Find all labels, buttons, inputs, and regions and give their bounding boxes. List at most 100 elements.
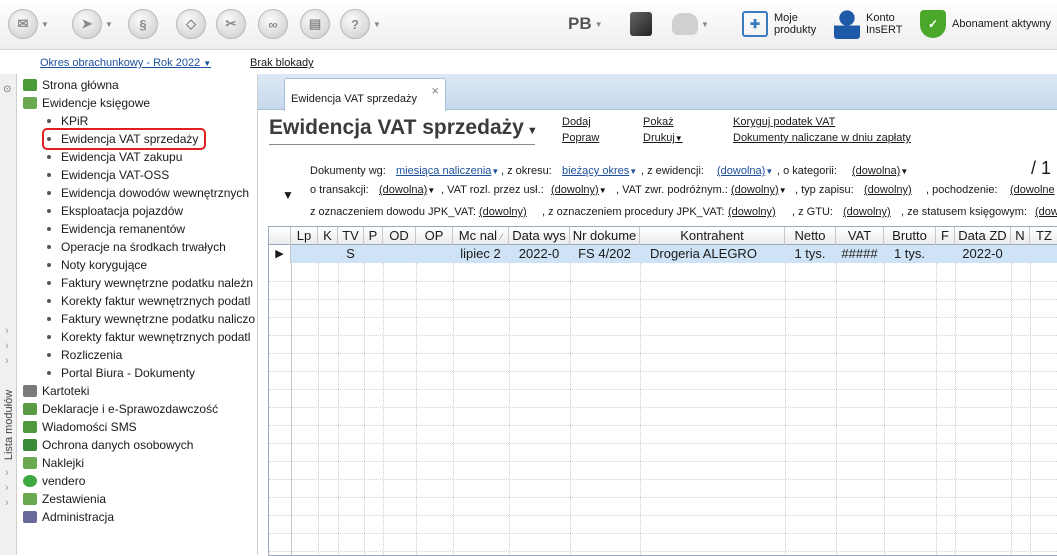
filter-value: (dow [1035,206,1057,218]
drukuj-label: Drukuj [643,132,675,144]
tree-item-zestawienia[interactable]: Zestawienia [23,490,106,508]
pokaz-link[interactable]: Pokaż [643,116,674,128]
eraser-button[interactable]: ◇ [176,8,206,40]
filter-label: , o kategorii: [777,165,837,177]
page-title[interactable]: Ewidencja VAT sprzedaży ▼ [269,116,538,140]
col-header-data-wys[interactable]: Data wys [509,227,570,245]
module-list-strip[interactable]: ⊙ Lista modułów › › › › › › [0,74,17,555]
filter-procedura-jpk[interactable]: (dowolny) [728,206,776,218]
popraw-link[interactable]: Popraw [562,132,599,144]
col-header-tz[interactable]: TZ [1030,227,1057,245]
moje-produkty-button[interactable]: ✚ Moje produkty [742,8,816,40]
tree-item-vat-oss[interactable]: Ewidencja VAT-OSS [47,166,169,184]
send-button[interactable]: ➤ ▼ [72,8,113,40]
col-header-lp[interactable]: Lp [291,227,318,245]
filter-vat-zwr[interactable]: (dowolny)▼ [731,184,787,196]
tree-item-korekty-nalezne[interactable]: Korekty faktur wewnętrznych podatl [47,292,250,310]
col-header-label: Mc nal [458,228,498,243]
dodaj-link[interactable]: Dodaj [562,116,591,128]
close-icon[interactable]: × [431,83,439,98]
filter-label: Dokumenty wg: [310,165,386,177]
okres-dropdown[interactable]: Okres obrachunkowy - Rok 2022 ▼ [40,57,211,69]
bullet-icon [47,155,51,159]
col-header-nr-dokumentu[interactable]: Nr dokume [570,227,640,245]
tree-item-strona-glowna[interactable]: Strona główna [23,76,119,94]
tree-item-remanenty[interactable]: Ewidencja remanentów [47,220,185,238]
drukuj-dropdown[interactable]: Drukuj▼ [643,132,683,144]
col-header-op[interactable]: OP [416,227,453,245]
tree-item-portal-biura[interactable]: Portal Biura - Dokumenty [47,364,195,382]
filter-typ-zapisu[interactable]: (dowolny) [864,184,912,196]
tree-item-rozliczenia[interactable]: Rozliczenia [47,346,122,364]
documents-table[interactable]: Lp K TV P OD OP Mc nal ⁄ Data wys Nr dok… [268,226,1057,556]
tree-item-dowody[interactable]: Ewidencja dowodów wewnętrznych [47,184,249,202]
filter-ewidencja[interactable]: (dowolna)▼ [717,165,773,177]
col-header-mc-nal[interactable]: Mc nal ⁄ [453,227,509,245]
cell-lp [291,245,318,263]
filter-transakcja[interactable]: (dowolna)▼ [379,184,435,196]
col-header-od[interactable]: OD [383,227,416,245]
tree-item-ewidencje[interactable]: Ewidencje księgowe [23,94,150,112]
tree-item-faktury-nalezne[interactable]: Faktury wewnętrzne podatku należn [47,274,253,292]
col-header-k[interactable]: K [318,227,338,245]
link-button[interactable]: ∞ [258,8,288,40]
cell-brutto: 1 tys. [884,245,936,263]
tree-item-korekty-naliczone[interactable]: Korekty faktur wewnętrznych podatl [47,328,250,346]
col-header-data-zd[interactable]: Data ZD [955,227,1011,245]
col-header-n[interactable]: N [1011,227,1030,245]
expand-arrow-icon[interactable]: › › › [5,324,9,369]
filter-dokumenty-wg[interactable]: miesiąca naliczenia▼ [396,165,499,177]
mail-button[interactable]: ✉ ▼ [8,8,49,40]
col-header-kontrahent[interactable]: Kontrahent [640,227,785,245]
box-button[interactable] [630,8,652,40]
filter-dowod-jpk[interactable]: (dowolny) [479,206,527,218]
col-header-tv[interactable]: TV [338,227,364,245]
tree-item-noty[interactable]: Noty korygujące [47,256,147,274]
filter-vat-rozl[interactable]: (dowolny)▼ [551,184,607,196]
dokumenty-link[interactable]: Dokumenty naliczane w dniu zapłaty [733,132,911,144]
expand-arrow-icon[interactable]: › › › [5,466,9,511]
col-header-netto[interactable]: Netto [785,227,836,245]
col-header-vat[interactable]: VAT [836,227,884,245]
tree-item-faktury-naliczone[interactable]: Faktury wewnętrzne podatku naliczo [47,310,255,328]
filter-kategoria[interactable]: (dowolna)▼ [852,165,908,177]
tree-item-kartoteki[interactable]: Kartoteki [23,382,89,400]
pb-button[interactable]: PB ▼ [568,8,603,40]
pin-icon[interactable]: ⊙ [3,84,11,95]
stamp-button[interactable]: § [128,8,158,40]
tree-item-ochrona[interactable]: Ochrona danych osobowych [23,436,193,454]
collapse-filters-icon[interactable]: ▼ [282,188,294,202]
col-header-brutto[interactable]: Brutto [884,227,936,245]
user-icon [834,9,860,39]
table-row[interactable]: ▶ S lipiec 2 2022-0 FS 4/202 Drogeria AL… [269,245,1057,263]
bullet-icon [47,191,51,195]
tree-item-sms[interactable]: Wiadomości SMS [23,418,137,436]
col-header-p[interactable]: P [364,227,383,245]
blokada-link[interactable]: Brak blokady [250,57,314,69]
tree-item-label: Faktury wewnętrzne podatku naliczo [61,312,256,326]
tools-button[interactable]: ✂ [216,8,246,40]
print-button[interactable]: ▤ [300,8,330,40]
tree-item-label: Ochrona danych osobowych [42,438,194,452]
cloud-button[interactable]: ▼ [672,8,709,40]
chevron-down-icon: ▼ [491,167,500,176]
filter-gtu[interactable]: (dowolny) [843,206,891,218]
help-button[interactable]: ? ▼ [340,8,381,40]
printer-icon: ▤ [300,9,330,39]
tree-item-deklaracje[interactable]: Deklaracje i e-Sprawozdawczość [23,400,218,418]
filter-status[interactable]: (dow [1035,206,1057,218]
filter-okres[interactable]: bieżący okres▼ [562,165,637,177]
tree-item-srodki-trwale[interactable]: Operacje na środkach trwałych [47,238,226,256]
filter-pochodzenie[interactable]: (dowolne [1010,184,1055,196]
tree-item-vendero[interactable]: vendero [23,472,85,490]
tree-item-pojazdy[interactable]: Eksploatacja pojazdów [47,202,183,220]
col-header-f[interactable]: F [936,227,955,245]
tree-item-naklejki[interactable]: Naklejki [23,454,84,472]
tree-item-administracja[interactable]: Administracja [23,508,114,526]
konto-insert-button[interactable]: Konto InsERT [834,8,902,40]
abonament-button[interactable]: ✓ Abonament aktywny [920,8,1051,40]
chevron-down-icon: ▼ [674,134,683,143]
tree-item-vat-zakupu[interactable]: Ewidencja VAT zakupu [47,148,182,166]
koryguj-link[interactable]: Koryguj podatek VAT [733,116,835,128]
tab-ewidencja-vat-sprzedazy[interactable]: Ewidencja VAT sprzedaży × [284,78,446,111]
